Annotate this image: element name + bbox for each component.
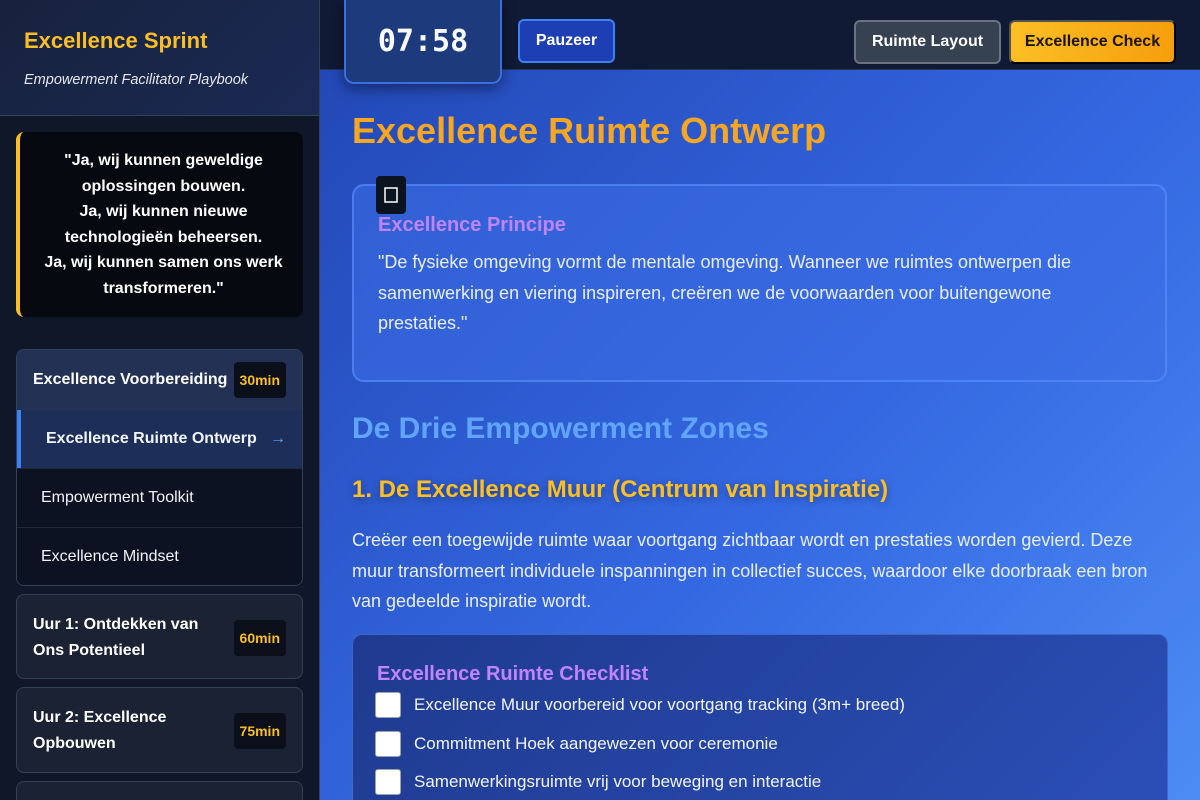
quote-line: transformeren." <box>103 279 224 297</box>
sidebar-item-empowerment-toolkit[interactable]: Empowerment Toolkit <box>17 468 302 527</box>
duration-badge: 60min <box>233 619 286 656</box>
sidebar-item-excellence-mindset[interactable]: Excellence Mindset <box>17 527 302 585</box>
pause-button[interactable]: Pauzeer <box>518 19 615 63</box>
checklist-item-label: Excellence Muur voorbereid voor voortgan… <box>414 695 905 715</box>
sidebar: Excellence Sprint Empowerment Facilitato… <box>0 0 320 800</box>
section-title-line: Uur 2: Excellence <box>33 709 167 726</box>
excellence-check-button[interactable]: Excellence Check <box>1009 20 1176 64</box>
checkbox[interactable] <box>375 730 401 757</box>
section-title-line: Ons Potentieel <box>33 641 146 659</box>
sidebar-item-label: Empowerment Toolkit <box>41 489 194 506</box>
checklist-item-label: Commitment Hoek aangewezen voor ceremoni… <box>414 733 778 753</box>
section-header-voorbereiding[interactable]: Excellence Voorbereiding 30min <box>17 350 302 410</box>
app-subtitle: Empowerment Facilitator Playbook <box>24 72 249 88</box>
zone-1-heading: 1. De Excellence Muur (Centrum van Inspi… <box>352 476 889 503</box>
checklist-title: Excellence Ruimte Checklist <box>377 663 649 685</box>
principle-title: Excellence Principe <box>378 214 566 236</box>
checkbox[interactable] <box>375 769 401 796</box>
motto-quote: "Ja, wij kunnen geweldige oplossingen bo… <box>16 132 303 317</box>
arrow-right-icon: → <box>270 430 286 447</box>
section-header-uur-2: Uur 2: Excellence Opbouwen 75min <box>17 688 302 772</box>
checklist-item-label: Samenwerkingsruimte vrij voor beweging e… <box>414 772 822 792</box>
section-next-partial[interactable] <box>16 781 303 800</box>
sidebar-item-label: Excellence Ruimte Ontwerp <box>46 430 257 447</box>
quote-line: "Ja, wij kunnen geweldige <box>64 152 263 169</box>
checklist-item: Commitment Hoek aangewezen voor ceremoni… <box>375 725 1143 764</box>
sidebar-item-label: Excellence Mindset <box>41 548 179 565</box>
room-layout-button[interactable]: Ruimte Layout <box>854 20 1001 64</box>
top-bar: 07:58 Pauzeer Ruimte Layout Excellence C… <box>320 0 1200 84</box>
quote-line: Ja, wij kunnen nieuwe <box>79 203 248 221</box>
checklist-item: Samenwerkingsruimte vrij voor beweging e… <box>375 763 1143 800</box>
section-uur-1[interactable]: Uur 1: Ontdekken van Ons Potentieel 60mi… <box>16 594 303 679</box>
duration-badge: 75min <box>233 713 286 749</box>
principle-text: "De fysieke omgeving vormt de mentale om… <box>378 252 1072 333</box>
quote-line: technologieën beheersen. <box>64 228 263 246</box>
checklist-item: Excellence Muur voorbereid voor voortgan… <box>375 686 1143 725</box>
section-excellence-voorbereiding: Excellence Voorbereiding 30min Excellenc… <box>16 349 303 586</box>
square-icon <box>376 176 406 214</box>
quote-line: oplossingen bouwen. <box>81 177 246 195</box>
section-title: Uur 2: Excellence Opbouwen <box>33 705 166 757</box>
zone-1-description: Creëer een toegewijde ruimte waar voortg… <box>352 530 1148 611</box>
section-header-uur-1: Uur 1: Ontdekken van Ons Potentieel 60mi… <box>17 595 302 678</box>
zones-heading: De Drie Empowerment Zones <box>352 412 769 445</box>
section-title: Excellence Voorbereiding <box>33 371 228 388</box>
page-title: Excellence Ruimte Ontwerp <box>352 110 827 151</box>
principle-card: Excellence Principe "De fysieke omgeving… <box>352 176 1167 382</box>
main-content: Excellence Ruimte Ontwerp Excellence Pri… <box>320 70 1200 800</box>
app-title: Excellence Sprint <box>24 28 208 53</box>
section-title: Uur 1: Ontdekken van Ons Potentieel <box>33 612 198 664</box>
session-timer: 07:58 <box>344 0 502 84</box>
section-uur-2[interactable]: Uur 2: Excellence Opbouwen 75min <box>16 687 303 773</box>
section-title-line: Opbouwen <box>33 735 116 752</box>
sidebar-item-ruimte-ontwerp[interactable]: Excellence Ruimte Ontwerp → <box>17 410 302 468</box>
section-title-line: Uur 1: Ontdekken van <box>33 615 199 633</box>
space-checklist: Excellence Ruimte Checklist Excellence M… <box>352 634 1168 800</box>
quote-line: Ja, wij kunnen samen ons werk <box>44 254 283 272</box>
sidebar-header: Excellence Sprint Empowerment Facilitato… <box>0 0 319 116</box>
checkbox[interactable] <box>375 692 401 719</box>
duration-badge: 30min <box>233 362 286 398</box>
